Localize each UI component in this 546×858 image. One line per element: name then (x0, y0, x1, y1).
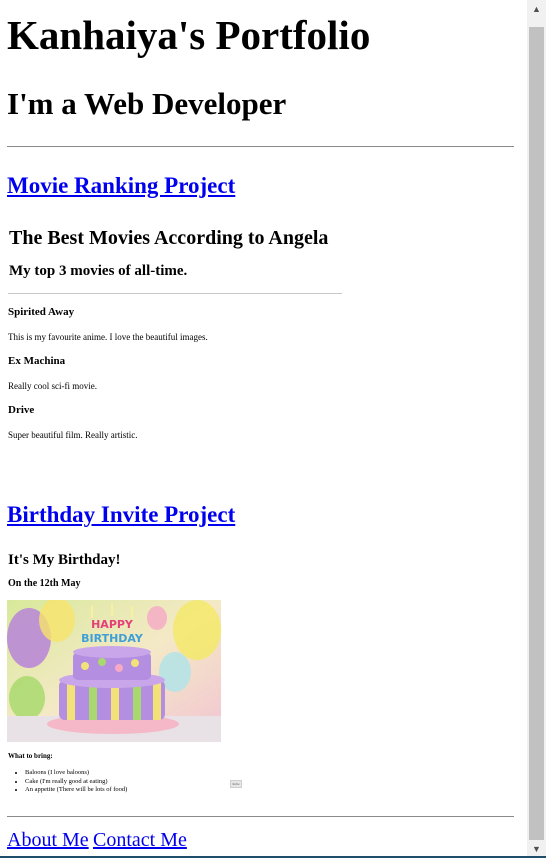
svg-text:BIRTHDAY: BIRTHDAY (81, 632, 144, 645)
scroll-up-icon[interactable]: ▲ (527, 0, 546, 18)
svg-text:HAPPY: HAPPY (91, 618, 134, 631)
birthday-invite-link[interactable]: Birthday Invite Project (7, 502, 235, 527)
movie-ranking-link[interactable]: Movie Ranking Project (7, 173, 235, 198)
divider-top (7, 146, 514, 147)
birthday-date: On the 12th May (8, 578, 81, 589)
invite-link[interactable]: Invite (230, 780, 242, 788)
birthday-invite-embed: It's My Birthday! On the 12th May HAPPY … (7, 548, 267, 800)
page: Kanhaiya's Portfolio I'm a Web Developer… (0, 0, 527, 858)
birthday-cake-image: HAPPY BIRTHDAY (7, 600, 221, 742)
movie-name: Spirited Away (8, 306, 75, 318)
page-subtitle: I'm a Web Developer (7, 86, 287, 121)
movie-desc: Super beautiful film. Really artistic. (8, 430, 138, 440)
movie-name: Drive (8, 404, 35, 416)
vertical-scrollbar[interactable]: ▲ ▼ (527, 0, 546, 858)
bring-list: Baloons (I love baloons) Cake (I'm reall… (7, 769, 127, 795)
bring-heading: What to bring: (8, 752, 53, 760)
list-item: Baloons (I love baloons) (25, 769, 127, 778)
about-me-link[interactable]: About Me (7, 829, 89, 851)
divider-bottom (7, 816, 514, 817)
list-item: An appetite (There will be lots of food) (25, 786, 127, 795)
movie-desc: This is my favourite anime. I love the b… (8, 332, 208, 342)
birthday-heading: It's My Birthday! (8, 552, 121, 568)
movies-divider (8, 293, 342, 294)
movie-desc: Really cool sci-fi movie. (8, 381, 97, 391)
movies-heading: The Best Movies According to Angela (9, 227, 329, 249)
list-item: Cake (I'm really good at eating) (25, 778, 127, 787)
scroll-thumb[interactable] (529, 27, 544, 840)
movies-subheading: My top 3 movies of all-time. (9, 263, 188, 279)
contact-me-link[interactable]: Contact Me (93, 829, 187, 851)
movie-ranking-embed: The Best Movies According to Angela My t… (7, 218, 343, 454)
movie-name: Ex Machina (8, 355, 66, 367)
page-title: Kanhaiya's Portfolio (7, 12, 371, 58)
